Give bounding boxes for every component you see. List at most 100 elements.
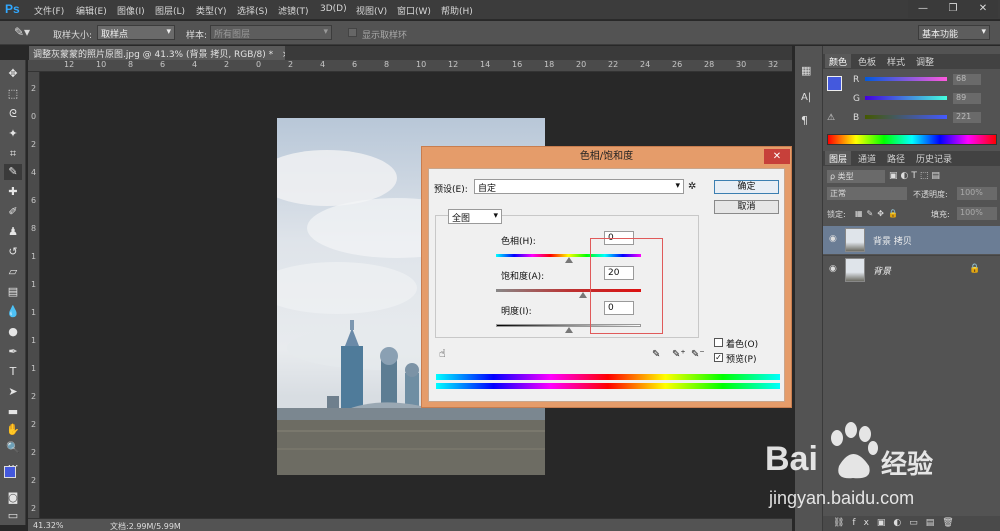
stamp-tool-icon[interactable]: ♟: [4, 224, 22, 240]
tab-layers[interactable]: 图层: [825, 151, 852, 165]
restore-button[interactable]: ❐: [938, 0, 968, 18]
colorize-checkbox[interactable]: [714, 338, 723, 347]
gradient-tool-icon[interactable]: ▤: [4, 284, 22, 300]
colorize-label: 着色(O): [726, 340, 759, 350]
preview-checkbox[interactable]: ✓: [714, 353, 723, 362]
shape-tool-icon[interactable]: ▬: [4, 404, 22, 420]
layer-row[interactable]: ◉ 背景 🔒: [823, 255, 1000, 283]
menu-edit[interactable]: 编辑(E): [76, 4, 107, 17]
menu-select[interactable]: 选择(S): [237, 4, 268, 17]
hand-tool-icon[interactable]: ✋: [4, 422, 22, 438]
b-slider[interactable]: [865, 115, 947, 119]
foreground-color-swatch[interactable]: [4, 466, 16, 478]
eyedropper-plus-icon[interactable]: ✎⁺: [672, 349, 686, 360]
tab-history[interactable]: 历史记录: [912, 151, 956, 165]
menu-type[interactable]: 类型(Y): [196, 4, 227, 17]
g-label: G: [853, 94, 860, 104]
tab-color[interactable]: 颜色: [825, 54, 852, 68]
lock-icons[interactable]: ▦✎✥🔒: [855, 209, 902, 218]
document-info[interactable]: 文档:2.99M/5.99M: [110, 521, 181, 531]
layer-filter-select[interactable]: ρ 类型: [827, 170, 885, 183]
tab-paths[interactable]: 路径: [883, 151, 909, 165]
opacity-label: 不透明度:: [913, 190, 948, 199]
workspace-select[interactable]: 基本功能 ▾: [918, 25, 990, 40]
tab-swatches[interactable]: 色板: [854, 54, 880, 68]
b-value[interactable]: 221: [953, 112, 981, 123]
preview-label: 预览(P): [726, 355, 757, 365]
crop-tool-icon[interactable]: ⌗: [4, 146, 22, 162]
filter-icons[interactable]: ▣◐T⬚▤: [889, 171, 943, 181]
sample-select[interactable]: 所有图层 ▾: [210, 25, 332, 40]
photoshop-logo: Ps: [5, 2, 20, 16]
opacity-field[interactable]: 100%: [957, 187, 997, 200]
foreground-swatch[interactable]: [827, 76, 842, 91]
menu-help[interactable]: 帮助(H): [441, 4, 473, 17]
type-tool-icon[interactable]: T: [4, 364, 22, 380]
layer-name[interactable]: 背景 拷贝: [873, 234, 912, 247]
dodge-tool-icon[interactable]: ●: [4, 324, 22, 340]
magic-wand-tool-icon[interactable]: ✦: [4, 126, 22, 142]
character-icon[interactable]: A|: [801, 92, 817, 106]
fill-field[interactable]: 100%: [957, 207, 997, 220]
ruler-tick: 1: [31, 336, 37, 345]
close-window-button[interactable]: ✕: [968, 0, 998, 18]
history-brush-icon[interactable]: ↺: [4, 244, 22, 260]
ok-button[interactable]: 确定: [714, 180, 779, 194]
dialog-close-button[interactable]: ✕: [764, 149, 790, 164]
menu-filter[interactable]: 滤镜(T): [278, 4, 309, 17]
zoom-tool-icon[interactable]: 🔍: [4, 440, 22, 456]
layer-name[interactable]: 背景: [873, 264, 891, 277]
ruler-tick: 8: [31, 224, 37, 233]
ruler-tick: 2: [31, 476, 37, 485]
eraser-tool-icon[interactable]: ▱: [4, 264, 22, 280]
menu-layer[interactable]: 图层(L): [155, 4, 185, 17]
zoom-level[interactable]: 41.32%: [33, 521, 64, 530]
move-tool-icon[interactable]: ✥: [4, 66, 22, 82]
blend-mode-select[interactable]: 正常: [827, 187, 907, 200]
menu-file[interactable]: 文件(F): [34, 4, 64, 17]
layer-row-selected[interactable]: ◉ 背景 拷贝: [823, 226, 1000, 254]
eyedropper-tool-icon[interactable]: ✎▾: [14, 25, 30, 39]
tab-adjustments[interactable]: 调整: [912, 54, 938, 68]
healing-tool-icon[interactable]: ✚: [4, 184, 22, 200]
cancel-button[interactable]: 取消: [714, 200, 779, 214]
menu-image[interactable]: 图像(I): [117, 4, 145, 17]
screen-mode-icon[interactable]: ▭: [4, 508, 22, 524]
paragraph-icon[interactable]: ¶: [801, 114, 817, 128]
eyedropper-icon[interactable]: ✎: [652, 349, 660, 360]
hue-slider-thumb[interactable]: [565, 257, 573, 263]
sample-size-select[interactable]: 取样点 ▾: [97, 25, 175, 40]
menu-window[interactable]: 窗口(W): [397, 4, 431, 17]
blur-tool-icon[interactable]: 💧: [4, 304, 22, 320]
show-ring-checkbox[interactable]: [348, 28, 357, 37]
channel-select[interactable]: 全图 ▾: [448, 209, 502, 224]
minimize-button[interactable]: —: [908, 0, 938, 18]
spectrum-bar[interactable]: [827, 134, 997, 145]
document-tab[interactable]: 调整灰蒙蒙的照片原图.jpg @ 41.3% (背景 拷贝, RGB/8) * …: [29, 46, 290, 60]
path-select-icon[interactable]: ➤: [4, 384, 22, 400]
eyedropper-tool-icon[interactable]: ✎: [4, 164, 22, 180]
marquee-tool-icon[interactable]: ⬚: [4, 86, 22, 102]
r-value[interactable]: 68: [953, 74, 981, 85]
tab-styles[interactable]: 样式: [883, 54, 909, 68]
preset-select[interactable]: 自定 ▾: [474, 179, 684, 194]
pen-tool-icon[interactable]: ✒: [4, 344, 22, 360]
visibility-eye-icon[interactable]: ◉: [829, 265, 839, 274]
history-icon[interactable]: ▦: [801, 64, 817, 78]
visibility-eye-icon[interactable]: ◉: [829, 235, 839, 244]
targeted-adjust-hand-icon[interactable]: ☝: [439, 347, 446, 360]
brush-tool-icon[interactable]: ✐: [4, 204, 22, 220]
menu-3d[interactable]: 3D(D): [320, 4, 347, 14]
eyedropper-minus-icon[interactable]: ✎⁻: [691, 349, 705, 360]
tab-channels[interactable]: 通道: [854, 151, 880, 165]
g-value[interactable]: 89: [953, 93, 981, 104]
saturation-slider-thumb[interactable]: [579, 292, 587, 298]
r-slider[interactable]: [865, 77, 947, 81]
lightness-slider-thumb[interactable]: [565, 327, 573, 333]
lasso-tool-icon[interactable]: ᘓ: [4, 106, 22, 122]
ruler-tick: 2: [288, 60, 294, 69]
preset-options-gear-icon[interactable]: ✲: [688, 181, 696, 192]
menu-view[interactable]: 视图(V): [356, 4, 387, 17]
g-slider[interactable]: [865, 96, 947, 100]
quick-mask-icon[interactable]: ◙: [4, 490, 22, 506]
